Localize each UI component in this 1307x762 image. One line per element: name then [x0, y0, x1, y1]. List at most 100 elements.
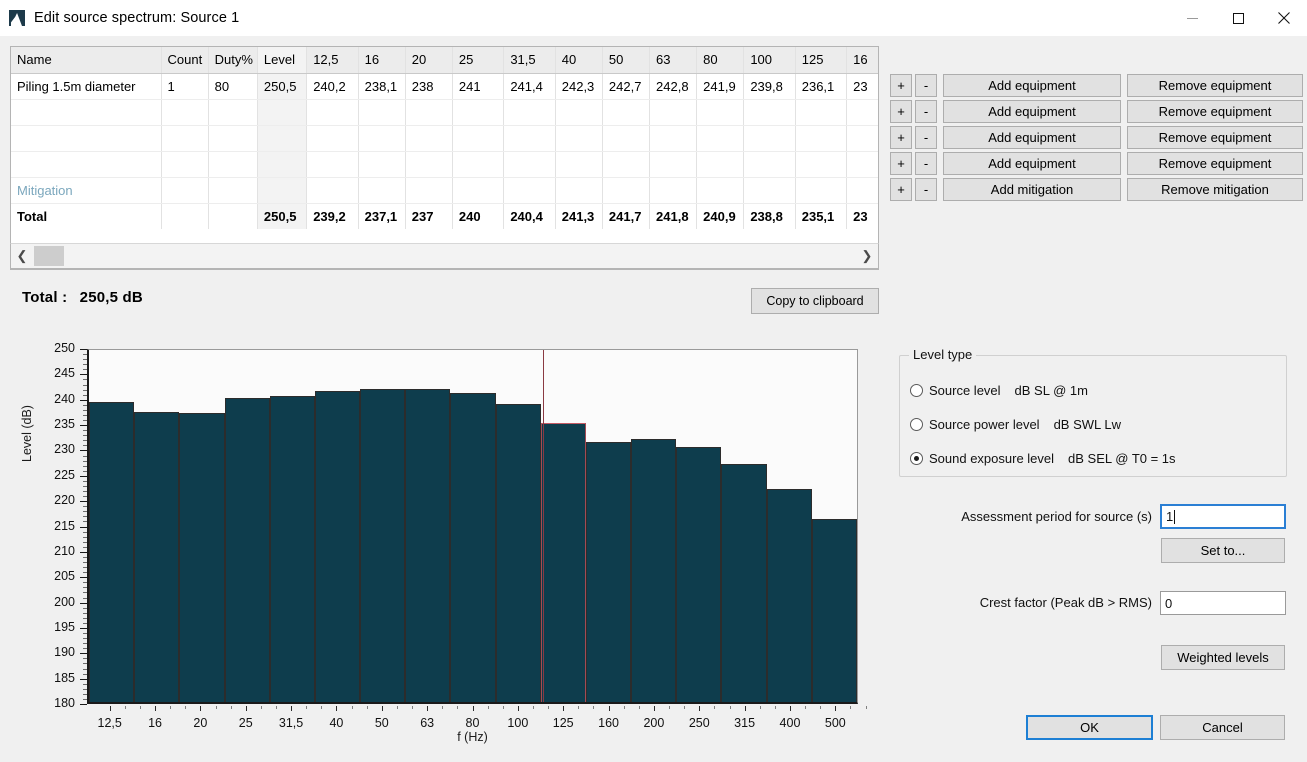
set-to-button[interactable]: Set to...: [1161, 538, 1285, 563]
spectrum-table[interactable]: Name Count Duty% Level 12,5 16 20 25 31,…: [10, 46, 879, 270]
chart-bar[interactable]: [360, 389, 405, 702]
col-header-band-50[interactable]: 50: [602, 47, 649, 73]
add-equipment-plus-button-1[interactable]: +: [890, 74, 912, 97]
cell-band-80[interactable]: 241,9: [697, 73, 744, 99]
close-icon[interactable]: [1261, 0, 1307, 36]
col-header-band-100[interactable]: 100: [744, 47, 795, 73]
cell-band-12-5[interactable]: 240,2: [307, 73, 358, 99]
copy-to-clipboard-button[interactable]: Copy to clipboard: [751, 288, 879, 314]
chart-bar[interactable]: [541, 423, 586, 702]
col-header-duty[interactable]: Duty%: [208, 47, 257, 73]
remove-equipment-button-3[interactable]: Remove equipment: [1127, 126, 1303, 149]
add-mitigation-minus-button[interactable]: -: [915, 178, 937, 201]
minimize-icon[interactable]: [1169, 0, 1215, 36]
col-header-band-31-5[interactable]: 31,5: [504, 47, 555, 73]
chart-bar[interactable]: [812, 519, 857, 702]
cell-count[interactable]: [161, 151, 208, 177]
cell-count[interactable]: [161, 99, 208, 125]
add-equipment-minus-button-2[interactable]: -: [915, 100, 937, 123]
col-header-band-80[interactable]: 80: [697, 47, 744, 73]
col-header-band-160[interactable]: 16: [847, 47, 879, 73]
chart-bar[interactable]: [450, 393, 495, 702]
cell-level[interactable]: [257, 99, 306, 125]
cell-name[interactable]: [11, 125, 161, 151]
chart-bar[interactable]: [225, 398, 270, 702]
remove-equipment-button-1[interactable]: Remove equipment: [1127, 74, 1303, 97]
col-header-band-16[interactable]: 16: [358, 47, 405, 73]
cell-band-31-5[interactable]: 241,4: [504, 73, 555, 99]
add-equipment-button-2[interactable]: Add equipment: [943, 100, 1121, 123]
chart-bar[interactable]: [315, 391, 360, 702]
chart-bar[interactable]: [586, 442, 631, 702]
remove-equipment-button-4[interactable]: Remove equipment: [1127, 152, 1303, 175]
remove-mitigation-button[interactable]: Remove mitigation: [1127, 178, 1303, 201]
col-header-band-20[interactable]: 20: [405, 47, 452, 73]
cell-band-40[interactable]: 242,3: [555, 73, 602, 99]
cell-name[interactable]: [11, 99, 161, 125]
add-equipment-minus-button-4[interactable]: -: [915, 152, 937, 175]
chevron-left-icon[interactable]: ❮: [11, 244, 33, 268]
chart-bar[interactable]: [270, 396, 315, 702]
col-header-band-12-5[interactable]: 12,5: [307, 47, 358, 73]
cell-duty[interactable]: [208, 151, 257, 177]
cell-band-100[interactable]: 239,8: [744, 73, 795, 99]
add-equipment-plus-button-3[interactable]: +: [890, 126, 912, 149]
cell-duty[interactable]: [208, 99, 257, 125]
ok-button[interactable]: OK: [1026, 715, 1153, 740]
cell-band-50[interactable]: 242,7: [602, 73, 649, 99]
col-header-band-40[interactable]: 40: [555, 47, 602, 73]
table-horizontal-scrollbar[interactable]: ❮ ❯: [10, 243, 879, 269]
chart-bar[interactable]: [767, 489, 812, 702]
cell-band-20[interactable]: 238: [405, 73, 452, 99]
add-equipment-button-1[interactable]: Add equipment: [943, 74, 1121, 97]
mitigation-row[interactable]: Mitigation: [11, 177, 879, 203]
add-equipment-minus-button-1[interactable]: -: [915, 74, 937, 97]
col-header-level[interactable]: Level: [257, 47, 306, 73]
table-row[interactable]: [11, 125, 879, 151]
table-row[interactable]: Piling 1.5m diameter 1 80 250,5 240,2 23…: [11, 73, 879, 99]
radio-circle-selected-icon[interactable]: [910, 452, 923, 465]
spectrum-bar-chart[interactable]: [87, 349, 858, 704]
add-mitigation-plus-button[interactable]: +: [890, 178, 912, 201]
scrollbar-thumb[interactable]: [34, 246, 64, 266]
cell-level[interactable]: [257, 125, 306, 151]
cell-name[interactable]: Piling 1.5m diameter: [11, 73, 161, 99]
radio-source-level[interactable]: Source level dB SL @ 1m: [910, 383, 1088, 398]
chevron-right-icon[interactable]: ❯: [856, 244, 878, 268]
chart-bar[interactable]: [134, 412, 179, 702]
cell-duty[interactable]: [208, 125, 257, 151]
crest-factor-input[interactable]: 0: [1160, 591, 1286, 615]
chart-bar[interactable]: [179, 413, 224, 702]
cell-count[interactable]: 1: [161, 73, 208, 99]
cancel-button[interactable]: Cancel: [1160, 715, 1285, 740]
assessment-period-input[interactable]: 1: [1160, 504, 1286, 529]
table-row[interactable]: [11, 99, 879, 125]
radio-circle-icon[interactable]: [910, 384, 923, 397]
table-row[interactable]: [11, 151, 879, 177]
chart-bar[interactable]: [405, 389, 450, 702]
chart-bar[interactable]: [89, 402, 134, 702]
radio-sound-exposure-level[interactable]: Sound exposure level dB SEL @ T0 = 1s: [910, 451, 1176, 466]
cell-band-63[interactable]: 242,8: [650, 73, 697, 99]
add-equipment-minus-button-3[interactable]: -: [915, 126, 937, 149]
chart-bar[interactable]: [721, 464, 766, 702]
col-header-band-125[interactable]: 125: [795, 47, 846, 73]
col-header-count[interactable]: Count: [161, 47, 208, 73]
add-mitigation-button[interactable]: Add mitigation: [943, 178, 1121, 201]
cell-duty[interactable]: 80: [208, 73, 257, 99]
cell-mitigation-name[interactable]: Mitigation: [11, 177, 161, 203]
add-equipment-plus-button-4[interactable]: +: [890, 152, 912, 175]
radio-circle-icon[interactable]: [910, 418, 923, 431]
col-header-name[interactable]: Name: [11, 47, 161, 73]
cell-band-16[interactable]: 238,1: [358, 73, 405, 99]
maximize-icon[interactable]: [1215, 0, 1261, 36]
add-equipment-plus-button-2[interactable]: +: [890, 100, 912, 123]
add-equipment-button-3[interactable]: Add equipment: [943, 126, 1121, 149]
remove-equipment-button-2[interactable]: Remove equipment: [1127, 100, 1303, 123]
cell-band-125[interactable]: 236,1: [795, 73, 846, 99]
col-header-band-63[interactable]: 63: [650, 47, 697, 73]
cell-name[interactable]: [11, 151, 161, 177]
chart-bar[interactable]: [676, 447, 721, 702]
radio-source-power-level[interactable]: Source power level dB SWL Lw: [910, 417, 1121, 432]
weighted-levels-button[interactable]: Weighted levels: [1161, 645, 1285, 670]
